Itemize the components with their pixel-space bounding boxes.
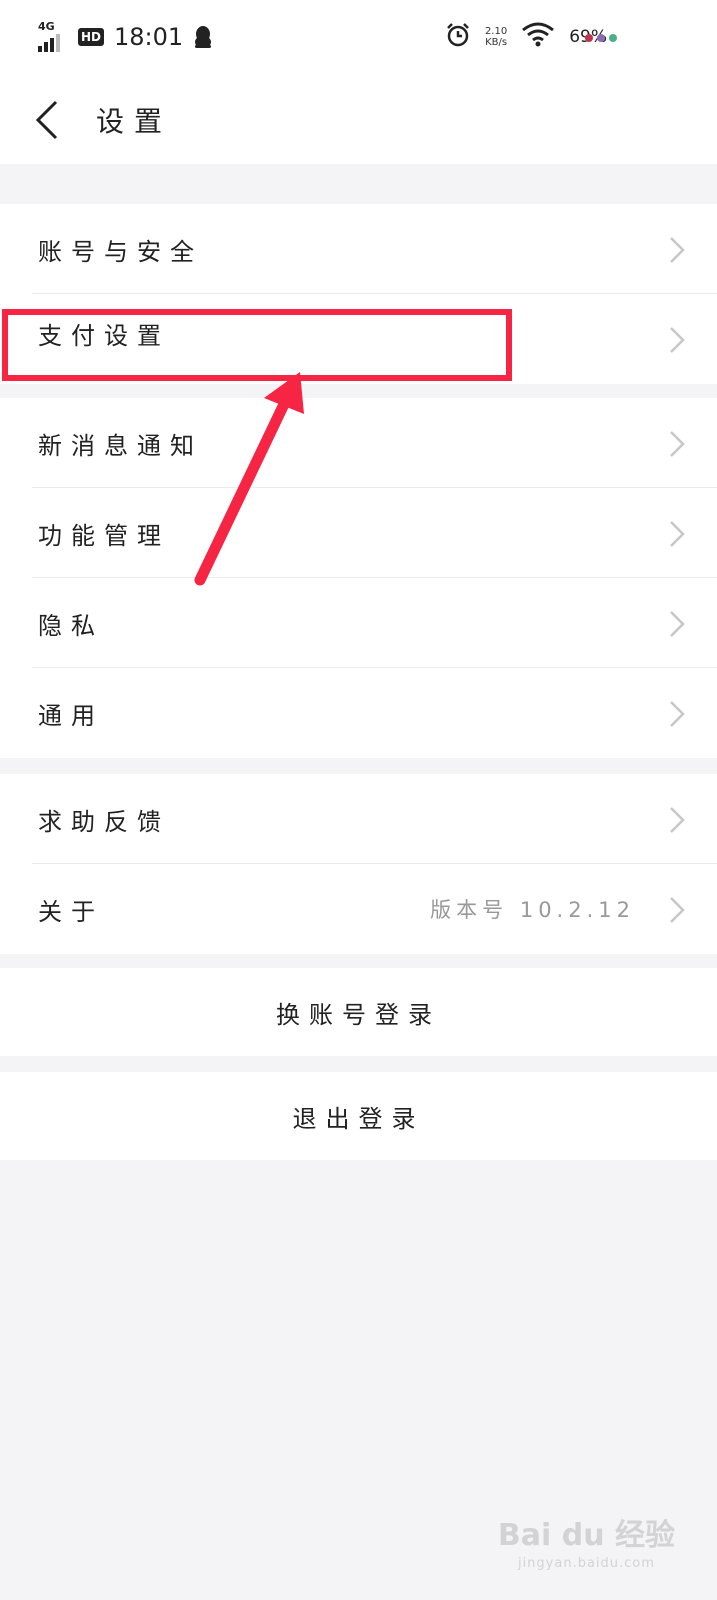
chevron-right-icon: [670, 807, 685, 833]
status-bar: 4G HD 18:01 2.10 KB/s: [0, 0, 717, 80]
row-label: 求助反馈: [38, 808, 170, 836]
qq-penguin-icon: [193, 25, 213, 49]
settings-group-account: 账号与安全 支付设置: [0, 204, 717, 384]
alarm-icon: [445, 22, 471, 52]
signal-icon: 4G: [38, 20, 68, 52]
row-general[interactable]: 通用: [0, 668, 717, 758]
notification-dots: [585, 34, 617, 42]
status-time: 18:01: [114, 23, 184, 51]
row-label: 新消息通知: [38, 432, 203, 460]
chevron-right-icon: [670, 611, 685, 637]
baidu-jingyan-watermark: Bai du 经验 jingyan.baidu.com: [497, 1518, 675, 1578]
row-help-feedback[interactable]: 求助反馈: [0, 774, 717, 864]
net-speed-value: 2.10: [484, 26, 508, 37]
settings-group-main: 新消息通知 功能管理 隐私 通用: [0, 398, 717, 758]
chevron-right-icon: [670, 521, 685, 547]
row-label: 关于: [38, 898, 104, 926]
switch-account-button[interactable]: 换账号登录: [0, 968, 717, 1056]
chevron-left-icon: [35, 100, 58, 140]
net-speed: 2.10 KB/s: [485, 26, 507, 48]
settings-group-help: 求助反馈 关于 版本号 10.2.12: [0, 774, 717, 954]
net-speed-unit: KB/s: [485, 37, 508, 48]
row-payment-settings[interactable]: 支付设置: [0, 294, 717, 384]
row-new-message-notify[interactable]: 新消息通知: [0, 398, 717, 488]
watermark-main: Bai du 经验: [497, 1518, 675, 1553]
logout-button[interactable]: 退出登录: [0, 1072, 717, 1160]
row-feature-manage[interactable]: 功能管理: [0, 488, 717, 578]
network-type: 4G: [38, 20, 55, 33]
chevron-right-icon: [670, 431, 685, 457]
row-label: 通用: [38, 702, 104, 730]
chevron-right-icon: [670, 237, 685, 263]
row-about[interactable]: 关于 版本号 10.2.12: [0, 864, 717, 954]
status-right: 2.10 KB/s 69%: [445, 22, 607, 52]
hd-badge: HD: [78, 28, 105, 46]
page-title: 设置: [96, 105, 173, 138]
nav-header: 设置: [0, 80, 717, 164]
app-version: 版本号 10.2.12: [430, 898, 635, 922]
row-label: 账号与安全: [38, 238, 203, 266]
back-button[interactable]: [32, 98, 62, 142]
row-label: 支付设置: [38, 322, 170, 350]
chevron-right-icon: [670, 701, 685, 727]
row-privacy[interactable]: 隐私: [0, 578, 717, 668]
wifi-icon: [521, 22, 555, 52]
row-label: 隐私: [38, 612, 104, 640]
chevron-right-icon: [670, 327, 685, 353]
row-account-security[interactable]: 账号与安全: [0, 204, 717, 294]
status-left: 4G HD 18:01: [38, 20, 213, 52]
row-label: 功能管理: [38, 522, 170, 550]
chevron-right-icon: [670, 897, 685, 923]
watermark-sub: jingyan.baidu.com: [517, 1556, 655, 1571]
